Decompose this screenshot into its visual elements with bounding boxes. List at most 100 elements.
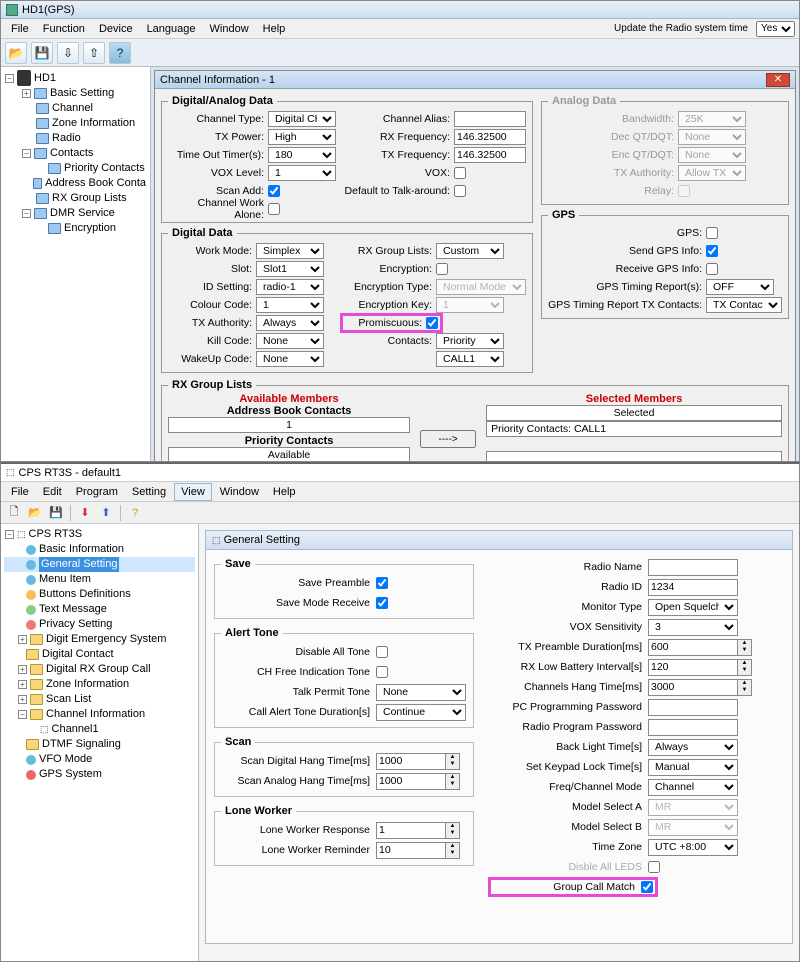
gps-checkbox[interactable] <box>706 227 718 239</box>
menu-help[interactable]: Help <box>257 21 292 37</box>
menu2-program[interactable]: Program <box>70 484 124 500</box>
alias-input[interactable] <box>454 111 526 127</box>
tree2-buttons[interactable]: Buttons Definitions <box>4 587 195 602</box>
tree-dmr-service[interactable]: −DMR Service <box>4 206 147 221</box>
timeout-select[interactable]: 180 <box>268 147 336 163</box>
tree2-channel-info[interactable]: −Channel Information <box>4 707 195 722</box>
rx-group-select[interactable]: Custom <box>436 243 504 259</box>
talk-permit-select[interactable]: None <box>376 684 466 701</box>
save-mode-checkbox[interactable] <box>376 597 388 609</box>
radio-password-input[interactable] <box>648 719 738 736</box>
open-icon[interactable]: 📂 <box>5 42 27 64</box>
tree2-zone[interactable]: +Zone Information <box>4 677 195 692</box>
promiscuous-checkbox[interactable] <box>426 317 438 329</box>
keypad-lock-select[interactable]: Manual <box>648 759 738 776</box>
tree2-general-setting[interactable]: General Setting <box>4 557 195 572</box>
rx-freq-input[interactable] <box>454 129 526 145</box>
tree2-digital-contact[interactable]: Digital Contact <box>4 647 195 662</box>
wakeup-code-select[interactable]: None <box>256 351 324 367</box>
freq-channel-select[interactable]: Channel <box>648 779 738 796</box>
tree-zone-info[interactable]: Zone Information <box>4 116 147 131</box>
tree2-gps[interactable]: GPS System <box>4 767 195 782</box>
slot-select[interactable]: Slot1 <box>256 261 324 277</box>
group-call-match-checkbox[interactable] <box>641 881 653 893</box>
tree-contacts[interactable]: −Contacts <box>4 146 147 161</box>
menu2-window[interactable]: Window <box>214 484 265 500</box>
encryption-checkbox[interactable] <box>436 263 448 275</box>
send-gps-checkbox[interactable] <box>706 245 718 257</box>
scan-digital-input[interactable] <box>376 753 446 770</box>
vox-sens-select[interactable]: 3 <box>648 619 738 636</box>
lw-reminder-input[interactable] <box>376 842 446 859</box>
lw-response-input[interactable] <box>376 822 446 839</box>
id-setting-select[interactable]: radio-1 <box>256 279 324 295</box>
menu-language[interactable]: Language <box>141 21 202 37</box>
back-light-select[interactable]: Always <box>648 739 738 756</box>
colour-code-select[interactable]: 1 <box>256 297 324 313</box>
menu2-help[interactable]: Help <box>267 484 302 500</box>
save-icon[interactable]: 💾 <box>31 42 53 64</box>
time-zone-select[interactable]: UTC +8:00 <box>648 839 738 856</box>
kill-code-select[interactable]: None <box>256 333 324 349</box>
save2-icon[interactable]: 💾 <box>47 504 65 522</box>
tx-freq-input[interactable] <box>454 147 526 163</box>
talkaround-checkbox[interactable] <box>454 185 466 197</box>
tx-auth-select[interactable]: Always <box>256 315 324 331</box>
tree2-basic-info[interactable]: Basic Information <box>4 542 195 557</box>
tree-encryption[interactable]: Encryption <box>4 221 147 236</box>
work-alone-checkbox[interactable] <box>268 203 280 215</box>
recv-gps-checkbox[interactable] <box>706 263 718 275</box>
tree-root-hd1[interactable]: −HD1 <box>4 70 147 86</box>
menu-window[interactable]: Window <box>204 21 255 37</box>
tree2-privacy[interactable]: Privacy Setting <box>4 617 195 632</box>
gps-contacts-select[interactable]: TX Contact <box>706 297 782 313</box>
update-time-select[interactable]: Yes <box>756 21 795 37</box>
selected-list[interactable]: Priority Contacts: CALL1 <box>486 421 782 437</box>
rx-low-batt-input[interactable] <box>648 659 738 676</box>
disable-all-tone-checkbox[interactable] <box>376 646 388 658</box>
radio-id-input[interactable] <box>648 579 738 596</box>
tree-priority-contacts[interactable]: Priority Contacts <box>4 161 147 176</box>
scan-add-checkbox[interactable] <box>268 185 280 197</box>
tree-channel[interactable]: Channel <box>4 101 147 116</box>
contacts-sub-select[interactable]: CALL1 <box>436 351 504 367</box>
write2-icon[interactable]: ⬆ <box>97 504 115 522</box>
write-radio-icon[interactable]: ⇧ <box>83 42 105 64</box>
menu2-setting[interactable]: Setting <box>126 484 172 500</box>
address-book-list[interactable]: 1 <box>168 417 410 433</box>
scan-analog-input[interactable] <box>376 773 446 790</box>
tree2-scan-list[interactable]: +Scan List <box>4 692 195 707</box>
menu-file[interactable]: File <box>5 21 35 37</box>
vox-checkbox[interactable] <box>454 167 466 179</box>
tree2-dtmf[interactable]: DTMF Signaling <box>4 737 195 752</box>
help2-icon[interactable]: ? <box>126 504 144 522</box>
read2-icon[interactable]: ⬇ <box>76 504 94 522</box>
open2-icon[interactable]: 📂 <box>26 504 44 522</box>
read-radio-icon[interactable]: ⇩ <box>57 42 79 64</box>
ch-free-checkbox[interactable] <box>376 666 388 678</box>
tree2-vfo[interactable]: VFO Mode <box>4 752 195 767</box>
new-icon[interactable]: 🗋 <box>5 504 23 522</box>
tree-radio[interactable]: Radio <box>4 131 147 146</box>
tree2-channel1[interactable]: ⬚Channel1 <box>4 722 195 737</box>
tree-address-book[interactable]: Address Book Conta <box>4 176 147 191</box>
channels-hang-input[interactable] <box>648 679 738 696</box>
selected-list-2[interactable] <box>486 451 782 462</box>
menu-device[interactable]: Device <box>93 21 139 37</box>
tree2-text-msg[interactable]: Text Message <box>4 602 195 617</box>
gps-timing-select[interactable]: OFF <box>706 279 774 295</box>
vox-level-select[interactable]: 1 <box>268 165 336 181</box>
tx-preamble-input[interactable] <box>648 639 738 656</box>
menu2-view[interactable]: View <box>174 483 212 501</box>
tree-basic-setting[interactable]: +Basic Setting <box>4 86 147 101</box>
save-preamble-checkbox[interactable] <box>376 577 388 589</box>
priority-contacts-list[interactable]: Available <box>168 447 410 462</box>
help-icon[interactable]: ? <box>109 42 131 64</box>
call-alert-dur-select[interactable]: Continue <box>376 704 466 721</box>
add-arrow-button[interactable]: ----> <box>420 430 476 448</box>
channel-type-select[interactable]: Digital CH <box>268 111 336 127</box>
contacts-select[interactable]: Priority <box>436 333 504 349</box>
tx-power-select[interactable]: High <box>268 129 336 145</box>
menu-function[interactable]: Function <box>37 21 91 37</box>
disable-leds-checkbox[interactable] <box>648 861 660 873</box>
